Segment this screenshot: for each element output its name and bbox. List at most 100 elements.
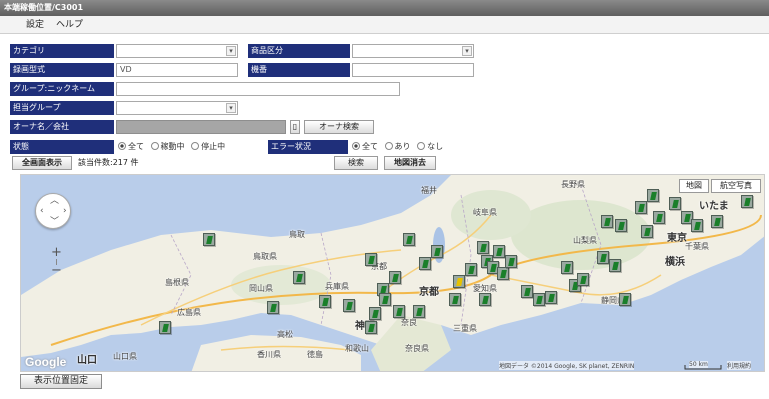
status-radio-active[interactable]: [150, 142, 159, 150]
menu-bar: 設定 ヘルプ: [0, 16, 769, 34]
error-radio-yes[interactable]: [384, 142, 393, 150]
zoom-control: + −: [51, 246, 62, 277]
machine-marker[interactable]: [267, 301, 279, 314]
machine-marker[interactable]: [393, 305, 405, 318]
chevron-down-icon[interactable]: ▾: [462, 46, 472, 56]
menu-help[interactable]: ヘルプ: [56, 19, 83, 31]
chevron-down-icon[interactable]: ▾: [226, 103, 236, 113]
chevron-down-icon[interactable]: ▾: [226, 46, 236, 56]
product-type-select[interactable]: ▾: [352, 44, 474, 58]
status-option-label: 全て: [128, 142, 144, 151]
machine-marker[interactable]: [635, 201, 647, 214]
machine-marker[interactable]: [379, 293, 391, 306]
machine-marker[interactable]: [203, 233, 215, 246]
error-option-label: なし: [427, 142, 444, 151]
machine-marker[interactable]: [653, 211, 665, 224]
machine-marker[interactable]: [597, 251, 609, 264]
map-label-yamanashi: 山梨県: [573, 236, 597, 245]
machine-marker[interactable]: [647, 189, 659, 202]
map-label-nara: 奈良: [401, 318, 417, 327]
machine-marker[interactable]: [505, 255, 517, 268]
menu-settings[interactable]: 設定: [26, 19, 44, 31]
pan-left-icon[interactable]: ‹: [40, 207, 44, 216]
machine-marker[interactable]: [293, 271, 305, 284]
machine-marker-warning[interactable]: [453, 275, 465, 288]
machine-marker[interactable]: [419, 257, 431, 270]
machine-marker[interactable]: [449, 293, 461, 306]
clear-map-button[interactable]: 地図消去: [384, 156, 436, 170]
machine-marker[interactable]: [619, 293, 631, 306]
assigned-group-label: 担当グループ: [10, 101, 114, 115]
status-option-label: 稼動中: [160, 142, 185, 151]
machine-marker[interactable]: [413, 305, 425, 318]
machine-marker[interactable]: [477, 241, 489, 254]
owner-clear-icon[interactable]: ▯: [290, 120, 300, 134]
status-radio-all[interactable]: [118, 142, 126, 150]
machine-marker[interactable]: [601, 215, 613, 228]
machine-marker[interactable]: [609, 259, 621, 272]
machine-marker[interactable]: [479, 293, 491, 306]
search-button[interactable]: 検索: [334, 156, 378, 170]
map-label-nagano: 長野県: [561, 180, 585, 189]
show-all-button[interactable]: 全画面表示: [12, 156, 72, 170]
machine-marker[interactable]: [533, 293, 545, 306]
map-terms-link[interactable]: 利用規約: [727, 361, 752, 370]
map-type-satellite-button[interactable]: 航空写真: [711, 179, 761, 193]
machine-marker[interactable]: [641, 225, 653, 238]
machine-marker[interactable]: [711, 215, 723, 228]
fix-position-button[interactable]: 表示位置固定: [20, 374, 102, 389]
pan-up-icon[interactable]: ︿: [50, 197, 59, 206]
assigned-group-select[interactable]: ▾: [116, 101, 238, 115]
category-select[interactable]: ▾: [116, 44, 238, 58]
map-type-map-button[interactable]: 地図: [679, 179, 709, 193]
machine-marker[interactable]: [465, 263, 477, 276]
machine-marker[interactable]: [521, 285, 533, 298]
machine-marker[interactable]: [365, 253, 377, 266]
owner-search-button[interactable]: オーナ検索: [304, 120, 374, 134]
zoom-in-button[interactable]: +: [51, 246, 62, 259]
map-label-hiroshima: 広島県: [177, 308, 201, 317]
category-label: カテゴリ: [10, 44, 114, 58]
error-radio-no[interactable]: [417, 142, 426, 150]
pan-right-icon[interactable]: ›: [63, 207, 67, 216]
error-radio-all[interactable]: [352, 142, 360, 150]
machine-marker[interactable]: [669, 197, 681, 210]
map-view[interactable]: 福井 岐阜県 長野県 いたま 東京 山梨県 千葉県 横浜 鳥取 鳥取県 島根県 …: [20, 174, 765, 372]
machine-marker[interactable]: [545, 291, 557, 304]
serial-input[interactable]: [352, 63, 474, 77]
machine-marker[interactable]: [403, 233, 415, 246]
machine-marker[interactable]: [497, 267, 509, 280]
status-radio-group: 全て 稼動中 停止中: [114, 140, 225, 154]
error-radio-group: 全て あり なし: [348, 140, 443, 154]
machine-marker[interactable]: [561, 261, 573, 274]
pan-down-icon[interactable]: ﹀: [50, 218, 59, 227]
machine-marker[interactable]: [741, 195, 753, 208]
map-label-yamaguchi-pref: 山口県: [113, 352, 137, 361]
machine-marker[interactable]: [365, 321, 377, 334]
status-radio-stopped[interactable]: [191, 142, 200, 150]
zoom-out-button[interactable]: −: [51, 264, 62, 277]
group-nickname-input[interactable]: [116, 82, 400, 96]
machine-marker[interactable]: [389, 271, 401, 284]
machine-marker[interactable]: [343, 299, 355, 312]
map-label-chiba: 千葉県: [685, 242, 709, 251]
machine-marker[interactable]: [493, 245, 505, 258]
owner-label: オーナ名／会社: [10, 120, 114, 134]
machine-marker[interactable]: [431, 245, 443, 258]
model-label: 録画型式: [10, 63, 114, 77]
map-label-saitama: いたま: [699, 201, 729, 212]
error-option-label: あり: [394, 142, 411, 151]
pan-control[interactable]: ︿ ﹀ ‹ ›: [35, 193, 71, 229]
machine-marker[interactable]: [577, 273, 589, 286]
machine-marker[interactable]: [691, 219, 703, 232]
map-label-gifu: 岐阜県: [473, 208, 497, 217]
map-label-shimane: 島根県: [165, 278, 189, 287]
machine-marker[interactable]: [615, 219, 627, 232]
machine-marker[interactable]: [369, 307, 381, 320]
model-input[interactable]: VD: [116, 63, 238, 77]
machine-marker[interactable]: [319, 295, 331, 308]
map-label-takamatsu: 高松: [277, 330, 293, 339]
owner-input[interactable]: [116, 120, 286, 134]
machine-marker[interactable]: [159, 321, 171, 334]
map-label-tokyo: 東京: [667, 233, 687, 244]
